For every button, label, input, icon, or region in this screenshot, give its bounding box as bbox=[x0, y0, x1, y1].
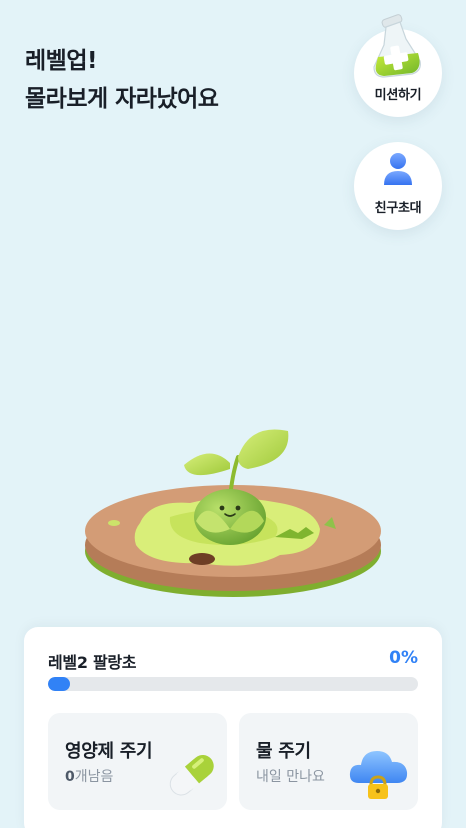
level-progress-fill bbox=[48, 677, 70, 691]
mission-button-label: 미션하기 bbox=[374, 88, 422, 103]
headline-line2: 몰라보게 자라났어요 bbox=[25, 86, 219, 112]
invite-button-label: 친구초대 bbox=[374, 201, 422, 216]
level-name: 레벨2 팔랑초 bbox=[48, 653, 137, 672]
headline-line1: 레벨업! bbox=[25, 48, 97, 74]
pill-icon bbox=[169, 755, 214, 796]
nutrient-remaining: 0개남음 bbox=[65, 766, 113, 786]
levelup-headline: 레벨업! 몰라보게 자라났어요 bbox=[25, 42, 219, 118]
level-progress-percent: 0% bbox=[389, 648, 418, 668]
nutrient-count-suffix: 개남음 bbox=[74, 769, 114, 785]
person-icon bbox=[384, 153, 412, 185]
invite-friends-button[interactable]: 친구초대 bbox=[354, 142, 442, 230]
growth-status-card: 레벨2 팔랑초 0% 영양제 주기 0개남음 물 주기 내일 만나요 bbox=[24, 627, 442, 828]
nutrient-count: 0 bbox=[65, 769, 75, 785]
sprout-plant-illustration[interactable] bbox=[80, 405, 390, 615]
flask-icon bbox=[373, 14, 421, 78]
water-subtitle: 내일 만나요 bbox=[256, 769, 325, 785]
locked-cloud-icon bbox=[349, 751, 408, 799]
give-nutrient-button[interactable]: 영양제 주기 0개남음 bbox=[48, 713, 227, 810]
water-title: 물 주기 bbox=[256, 741, 311, 762]
level-progress-bar bbox=[48, 677, 418, 691]
give-water-button[interactable]: 물 주기 내일 만나요 bbox=[239, 713, 418, 810]
nutrient-title: 영양제 주기 bbox=[65, 741, 153, 762]
mission-button[interactable]: 미션하기 bbox=[354, 14, 442, 117]
